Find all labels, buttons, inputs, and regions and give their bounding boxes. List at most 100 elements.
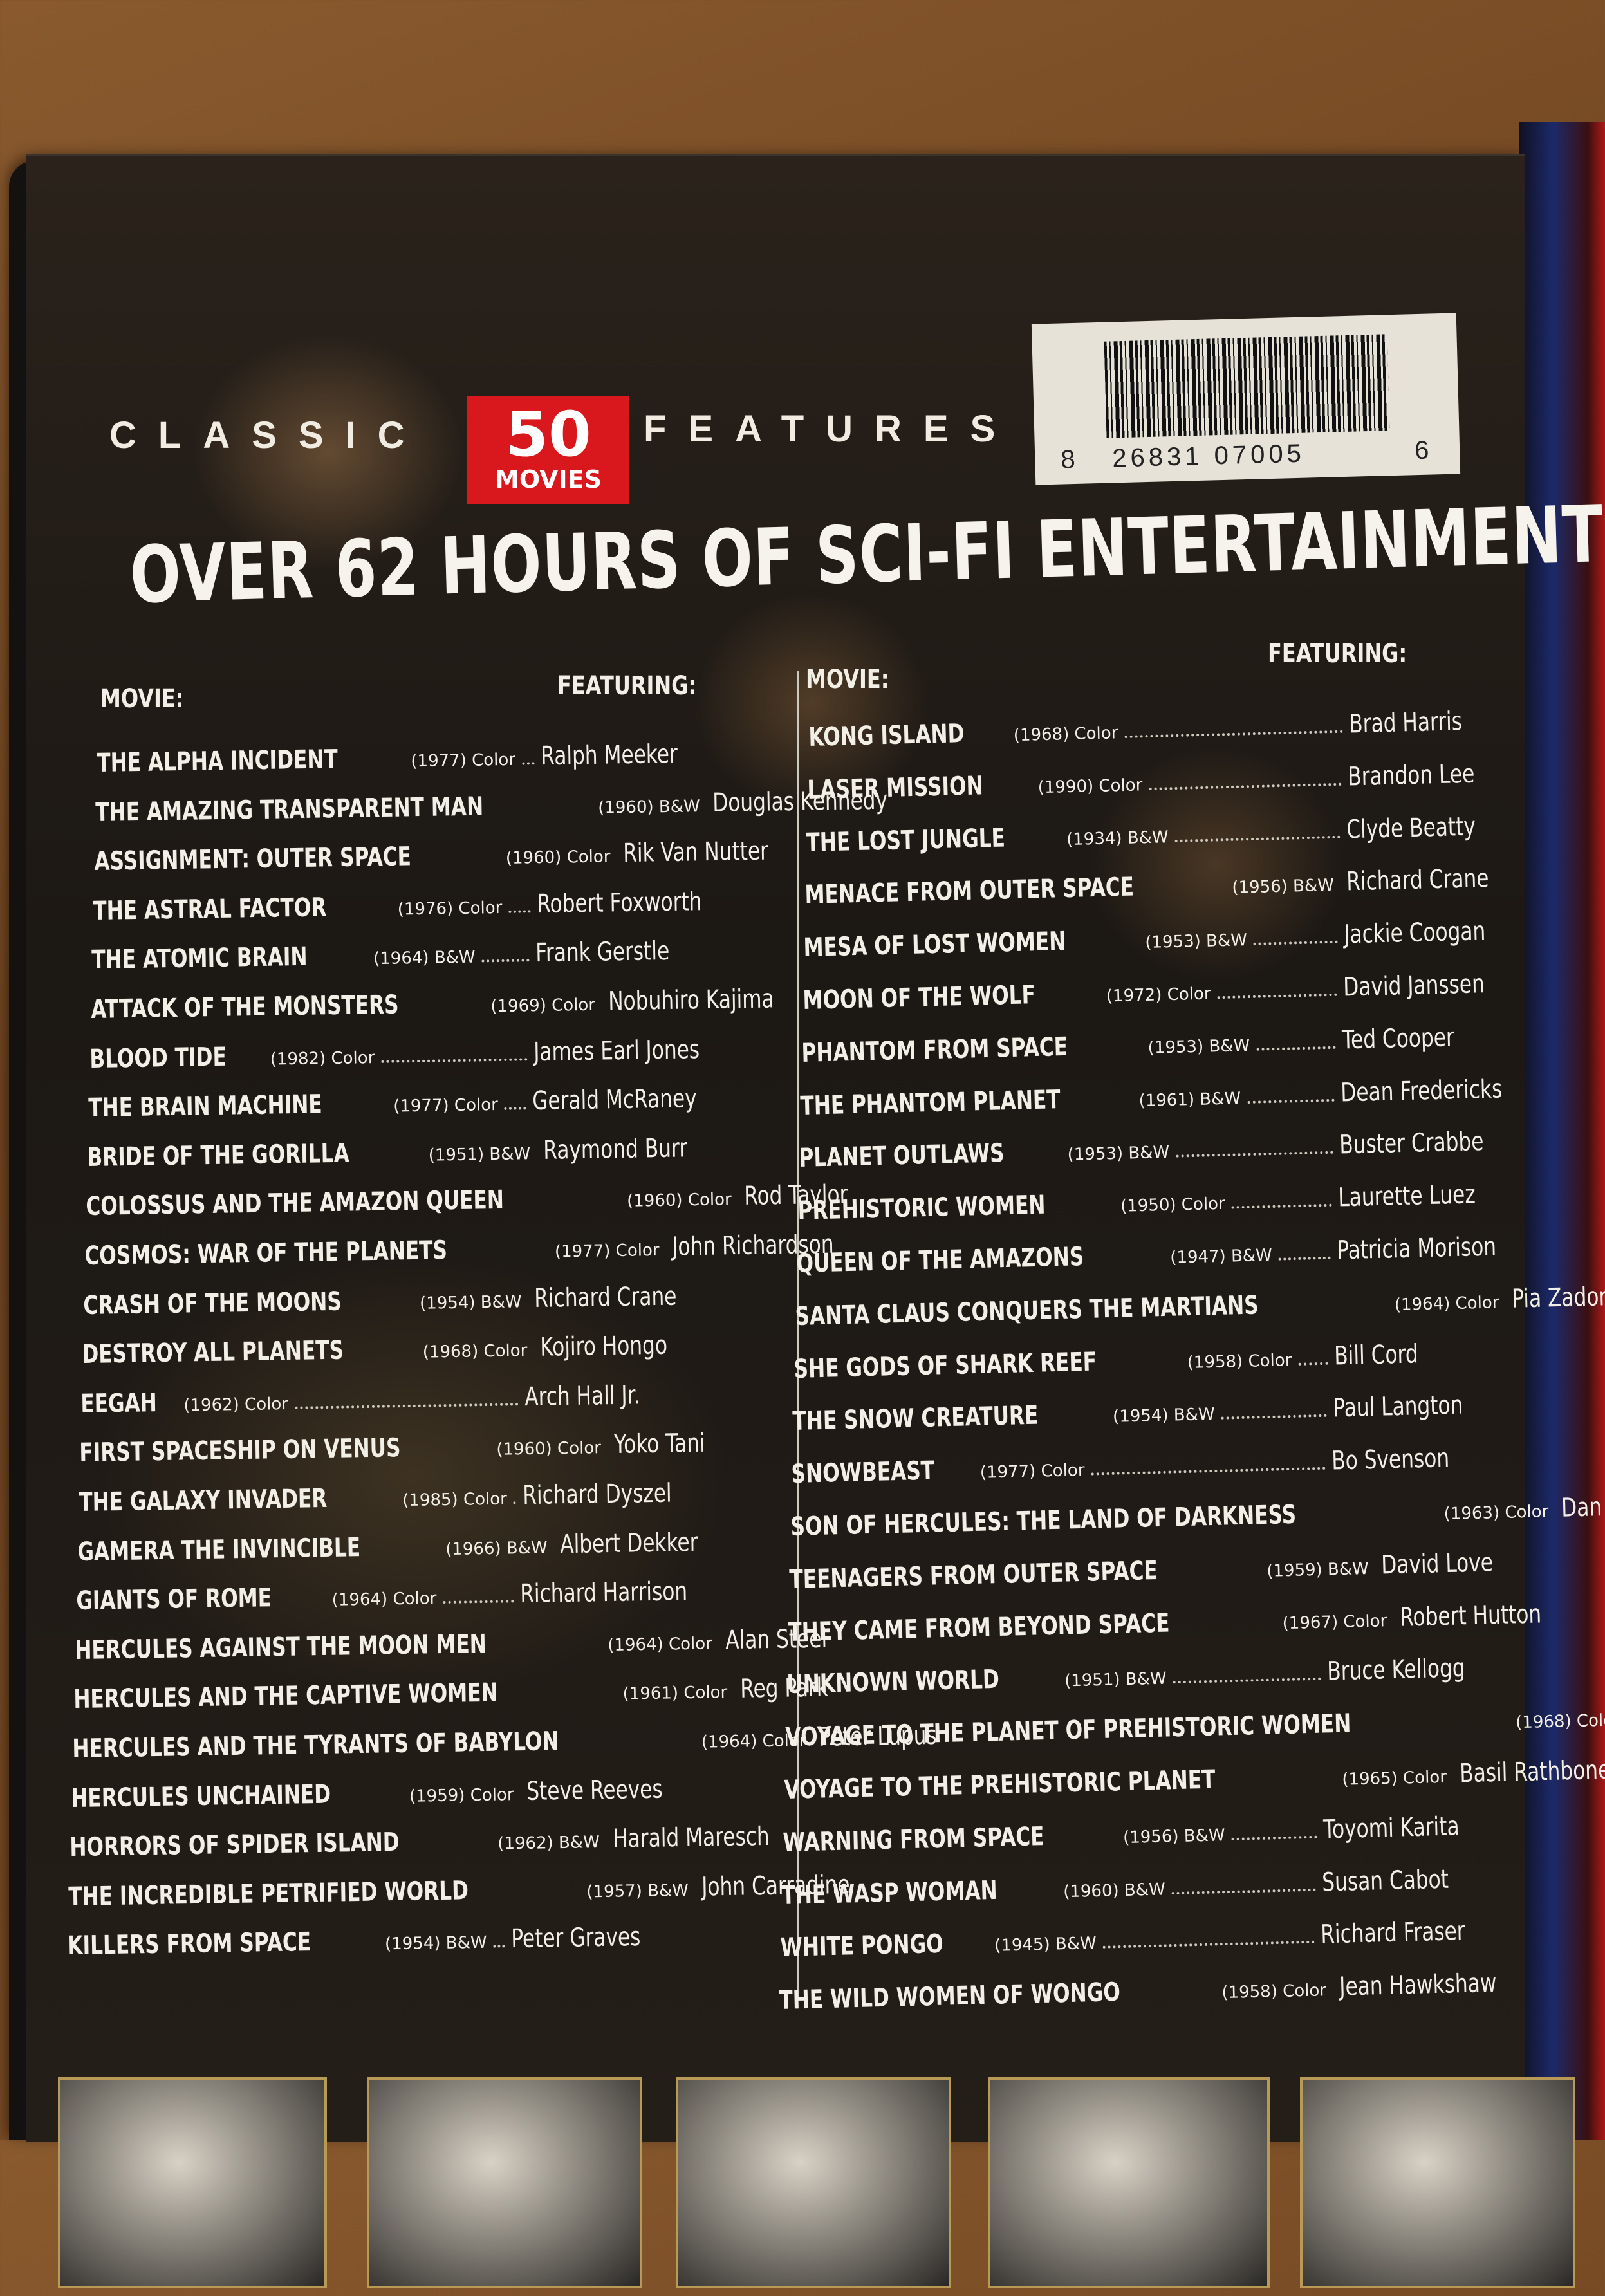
movie-year-format: (1960) Color [506, 847, 611, 869]
movie-year-format: (1976) Color [398, 898, 503, 920]
movie-title: SHE GODS OF SHARK REEF [793, 1347, 1097, 1384]
featured-actor: Robert Foxworth [537, 887, 698, 919]
movie-title: ASSIGNMENT: OUTER SPACE [94, 842, 411, 876]
right-movie-header: MOVIE: [806, 665, 889, 694]
movie-title: SANTA CLAUS CONQUERS THE MARTIANS [795, 1290, 1259, 1331]
featured-actor: David Janssen [1342, 968, 1504, 1002]
movie-year-format: (1961) B&W [1138, 1089, 1241, 1111]
movie-year-format: (1966) B&W [445, 1538, 548, 1559]
movie-title: MESA OF LOST WOMEN [803, 927, 1066, 963]
movie-year-format: (1977) Color [980, 1461, 1085, 1483]
movie-year-format: (1953) B&W [1067, 1143, 1169, 1165]
movie-year-format: (1960) Color [627, 1190, 732, 1212]
movie-year-format: (1977) Color [555, 1241, 660, 1262]
movie-row: THE ASTRAL FACTOR (1976) Color Robert Foxw… [93, 886, 743, 935]
movie-title: THE WILD WOMEN OF WONGO [779, 1977, 1120, 2015]
movie-title: THE ASTRAL FACTOR [93, 893, 327, 926]
movie-year-format: (1977) Color [411, 750, 515, 772]
movie-year-format: (1968) Color [1516, 1710, 1605, 1732]
dot-leader [1232, 1836, 1317, 1840]
barcode: 8 26831 07005 6 [1032, 313, 1460, 485]
dot-leader [509, 910, 531, 913]
dot-leader [1232, 1204, 1332, 1209]
featured-actor: Steve Reeves [526, 1774, 678, 1806]
movie-row: MOON OF THE WOLF(1972) ColorDavid Jansse… [802, 968, 1550, 1024]
featured-actor: Bill Cord [1334, 1337, 1496, 1371]
dot-leader [1149, 783, 1342, 790]
movie-title: THE PHANTOM PLANET [800, 1085, 1061, 1121]
movie-title: FIRST SPACESHIP ON VENUS [79, 1434, 401, 1468]
film-still-1 [58, 2077, 327, 2288]
movie-year-format: (1934) B&W [1066, 828, 1169, 849]
movie-row: ATTACK OF THE MONSTERS(1969) ColorNobuhi… [91, 985, 741, 1033]
featured-actor: Pia Zadora [1512, 1281, 1605, 1313]
movie-year-format: (1968) Color [423, 1341, 528, 1362]
featured-actor: Dan Vadis [1561, 1491, 1605, 1523]
dot-leader [482, 959, 530, 963]
movie-row: COSMOS: WAR OF THE PLANETS(1977) ColorJo… [84, 1231, 735, 1280]
movie-row: THE WASP WOMAN(1960) B&WSusan Cabot [781, 1862, 1528, 1919]
movie-title: EEGAH [80, 1388, 157, 1419]
featured-actor: Jackie Coogan [1344, 916, 1505, 950]
featured-actor: Robert Hutton [1399, 1599, 1541, 1632]
movie-row: THE WILD WOMEN OF WONGO(1958) ColorJean … [779, 1968, 1526, 2024]
barcode-right-digit: 6 [1415, 436, 1429, 466]
dot-leader [1173, 1678, 1321, 1684]
movie-row: WHITE PONGO(1945) B&WRichard Fraser [780, 1915, 1527, 1972]
featured-actor: Paul Langton [1333, 1390, 1494, 1423]
featured-actor: David Love [1381, 1548, 1502, 1580]
movie-row: UNKNOWN WORLD(1951) B&WBruce Kellogg [786, 1652, 1534, 1708]
movie-title: DESTROY ALL PLANETS [82, 1336, 344, 1369]
dot-leader [1091, 1467, 1326, 1476]
movie-year-format: (1985) Color [402, 1490, 507, 1511]
movie-row: FIRST SPACESHIP ON VENUS(1960) ColorYoko… [79, 1429, 730, 1477]
featured-actor: Richard Crane [534, 1281, 690, 1313]
movie-row: LASER MISSION(1990) ColorBrandon Lee [807, 757, 1554, 813]
dot-leader [1247, 1098, 1334, 1103]
movie-title: VOYAGE TO THE PLANET OF PREHISTORIC WOME… [785, 1709, 1351, 1752]
movie-row: EEGAH(1962) ColorArch Hall Jr. [80, 1379, 731, 1428]
featured-actor: Dean Fredericks [1340, 1074, 1501, 1107]
movie-title: THE GALAXY INVADER [79, 1484, 328, 1517]
dot-leader [505, 1107, 526, 1111]
movie-year-format: (1965) Color [1342, 1768, 1447, 1790]
movie-row: THE ATOMIC BRAIN(1964) B&WFrank Gerstle [91, 936, 742, 985]
movie-row: HERCULES AGAINST THE MOON MEN(1964) Colo… [75, 1625, 725, 1674]
movie-year-format: (1951) B&W [1064, 1669, 1167, 1691]
movie-title: GAMERA THE INVINCIBLE [77, 1533, 360, 1567]
movie-year-format: (1963) Color [1443, 1502, 1548, 1524]
movie-title: SNOWBEAST [791, 1456, 935, 1489]
movie-title: WHITE PONGO [780, 1929, 943, 1963]
movie-row: MESA OF LOST WOMEN (1953) B&W Jackie Cooga… [803, 915, 1550, 972]
movie-title: HERCULES AND THE CAPTIVE WOMEN [73, 1678, 498, 1714]
movie-row: THE GALAXY INVADER (1985) Color Richard Dy… [79, 1477, 729, 1526]
featured-actor: Raymond Burr [543, 1133, 695, 1165]
barcode-digits: 26831 07005 [1112, 440, 1306, 474]
featured-actor: Basil Rathbone [1459, 1755, 1605, 1789]
movie-row: VOYAGE TO THE PLANET OF PREHISTORIC WOME… [785, 1705, 1532, 1761]
movie-row: QUEEN OF THE AMAZONS(1947) B&WPatricia M… [796, 1231, 1543, 1288]
movie-year-format: (1968) Color [1013, 723, 1118, 745]
dot-leader [1125, 730, 1343, 738]
dot-leader [1103, 1941, 1315, 1949]
movie-year-format: (1950) Color [1120, 1194, 1225, 1216]
movie-year-format: (1947) B&W [1170, 1246, 1272, 1268]
movie-title: CRASH OF THE MOONS [83, 1286, 342, 1320]
movie-row: MENACE FROM OUTER SPACE(1956) B&WRichard… [804, 862, 1552, 919]
movie-row: COLOSSUS AND THE AMAZON QUEEN(1960) Colo… [86, 1182, 736, 1231]
featured-actor: Frank Gerstle [535, 936, 696, 968]
movie-year-format: (1967) Color [1282, 1611, 1387, 1633]
featured-actor: Richard Crane [1347, 864, 1507, 897]
movie-year-format: (1956) B&W [1232, 876, 1334, 898]
fifty-movies-logo: 50 MOVIES [467, 396, 629, 504]
featured-actor: Richard Dyszel [522, 1478, 683, 1510]
movie-row: BLOOD TIDE(1982) ColorJames Earl Jones [89, 1034, 740, 1083]
movie-title: WARNING FROM SPACE [783, 1822, 1044, 1858]
movie-year-format: (1953) B&W [1145, 930, 1247, 952]
featured-actor: Ted Cooper [1341, 1021, 1503, 1055]
movie-year-format: (1954) B&W [420, 1292, 522, 1313]
featured-actor: Jean Hawkshaw [1339, 1968, 1497, 2002]
movie-year-format: (1959) Color [409, 1785, 514, 1806]
movie-year-format: (1962) B&W [497, 1833, 600, 1853]
film-still-5 [1300, 2077, 1575, 2288]
